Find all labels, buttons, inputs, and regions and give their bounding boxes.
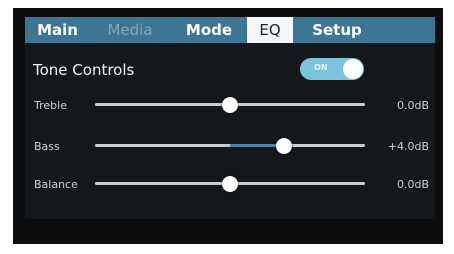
toggle-state-label: ON (314, 63, 328, 72)
tab-media[interactable]: Media (93, 17, 167, 43)
tone-controls-title: Tone Controls (33, 61, 135, 79)
treble-slider-handle[interactable] (222, 97, 238, 113)
balance-value: 0.0dB (396, 178, 429, 191)
tone-controls-toggle[interactable]: ON (300, 58, 364, 80)
bass-label: Bass (34, 140, 60, 153)
balance-slider-handle[interactable] (222, 176, 238, 192)
bass-slider-track[interactable] (95, 144, 365, 147)
toggle-knob (343, 59, 363, 79)
treble-value: 0.0dB (396, 99, 429, 112)
tab-mode[interactable]: Mode (173, 17, 245, 43)
eq-screen: Main Media Mode EQ Setup Tone Controls O… (25, 17, 435, 219)
bass-value: +4.0dB (387, 140, 429, 153)
tab-setup[interactable]: Setup (302, 17, 372, 43)
bass-slider-handle[interactable] (276, 138, 292, 154)
tab-main[interactable]: Main (25, 17, 90, 43)
tab-eq[interactable]: EQ (247, 17, 293, 43)
tab-bar: Main Media Mode EQ Setup (25, 17, 435, 43)
treble-label: Treble (34, 99, 67, 112)
balance-label: Balance (34, 178, 78, 191)
